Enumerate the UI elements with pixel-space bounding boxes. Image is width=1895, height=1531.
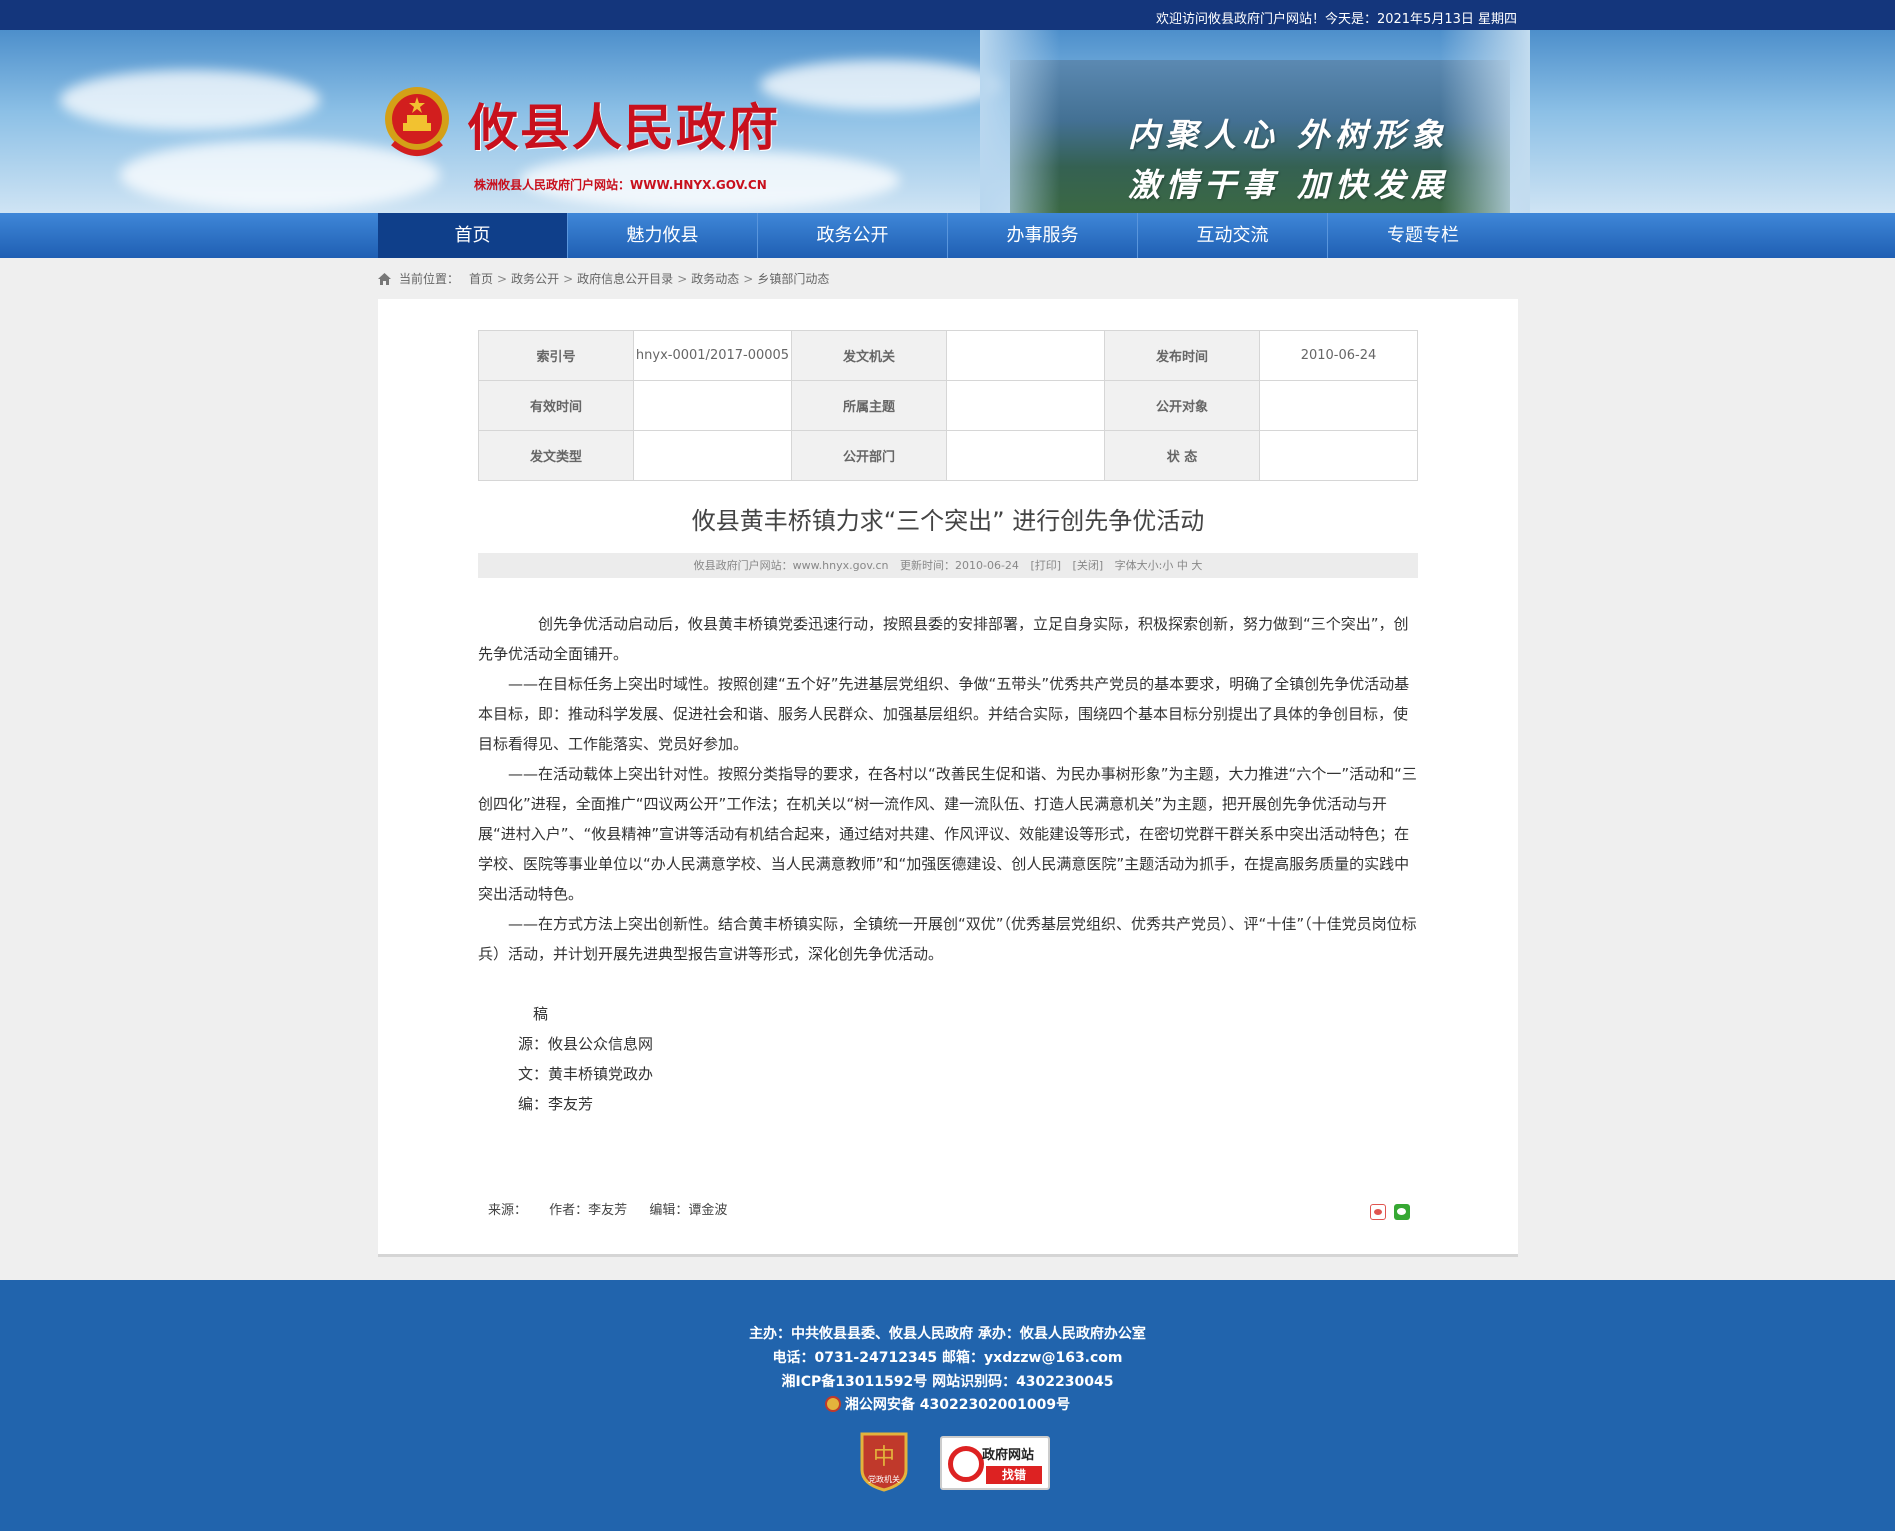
footer-contact: 电话：0731-24712345 邮箱：yxdzzw@163.com xyxy=(772,1350,1123,1366)
meta-status xyxy=(1259,430,1418,481)
magnifier-icon xyxy=(948,1446,984,1482)
article-paragraph: ——在方式方法上突出创新性。结合黄丰桥镇实际，全镇统一开展创“双优”（优秀基层党… xyxy=(478,915,1417,963)
police-badge-icon xyxy=(824,1396,841,1412)
article-byline: 来源： 作者：李友芳 编辑：谭金波 xyxy=(488,1199,745,1218)
meta-topic xyxy=(946,380,1105,431)
top-bar: 欢迎访问攸县政府门户网站！今天是：2021年5月13日 星期四 xyxy=(0,0,1895,30)
meta-label: 所属主题 xyxy=(791,380,947,431)
footer-icp[interactable]: 湘ICP备13011592号 网站识别码：4302230045 xyxy=(0,1371,1895,1391)
meta-label: 公开对象 xyxy=(1104,380,1260,431)
footer-sponsor: 主办：中共攸县县委、攸县人民政府 承办：攸县人民政府办公室 xyxy=(749,1326,1146,1342)
credit-writer: 黄丰桥镇党政办 xyxy=(548,1065,654,1083)
weibo-share-icon[interactable] xyxy=(1370,1204,1386,1220)
slogan-line-2: 激情干事 加快发展 xyxy=(1128,166,1450,204)
meta-audience xyxy=(1259,380,1418,431)
meta-valid-time xyxy=(633,380,792,431)
meta-dept xyxy=(946,430,1105,481)
byline-author: 作者：李友芳 xyxy=(549,1203,628,1218)
credit-label: 编： xyxy=(517,1095,548,1113)
breadcrumb-gov-affairs[interactable]: 政务公开 xyxy=(511,270,559,287)
gov-site-find-error-button[interactable]: 政府网站 找错 xyxy=(940,1436,1050,1490)
meta-doc-type xyxy=(633,430,792,481)
nav-item-interaction[interactable]: 互动交流 xyxy=(1138,213,1328,258)
banner: 攸县人民政府 株洲攸县人民政府门户网站：WWW.HNYX.GOV.CN 内聚人心… xyxy=(0,30,1895,213)
party-badge-label: 党政机关 xyxy=(868,1475,900,1484)
nav-item-home[interactable]: 首页 xyxy=(378,213,568,258)
breadcrumb-news[interactable]: 政务动态 xyxy=(691,270,739,287)
nav-item-topics[interactable]: 专题专栏 xyxy=(1328,213,1518,258)
metadata-table: 索引号 hnyx-0001/2017-00005 发文机关 发布时间 2010-… xyxy=(478,330,1418,481)
slogan-line-1: 内聚人心 外树形象 xyxy=(1128,116,1450,154)
credit-label: 文： xyxy=(517,1065,548,1083)
footer-police-record[interactable]: 湘公网安备 43022302001009号 xyxy=(0,1394,1895,1414)
svg-text:中: 中 xyxy=(873,1445,895,1470)
credit-source: 攸县公众信息网 xyxy=(548,1035,654,1053)
meta-label: 发布时间 xyxy=(1104,330,1260,381)
breadcrumb-town-news[interactable]: 乡镇部门动态 xyxy=(757,270,829,287)
info-update-time: 更新时间：2010-06-24 xyxy=(900,559,1019,572)
content-panel: 索引号 hnyx-0001/2017-00005 发文机关 发布时间 2010-… xyxy=(378,299,1518,1257)
info-site: 攸县政府门户网站：www.hnyx.gov.cn xyxy=(693,559,889,572)
byline-source: 来源： xyxy=(488,1203,528,1218)
article-info-bar: 攸县政府门户网站：www.hnyx.gov.cn 更新时间：2010-06-24… xyxy=(478,553,1418,578)
breadcrumb: 当前位置： 首页 > 政务公开 > 政府信息公开目录 > 政务动态 > 乡镇部门… xyxy=(378,270,829,287)
site-subtitle: 株洲攸县人民政府门户网站：WWW.HNYX.GOV.CN xyxy=(474,178,767,192)
credit-label: 稿源： xyxy=(517,1005,548,1053)
home-icon xyxy=(378,272,391,285)
share-buttons xyxy=(1370,1204,1410,1220)
close-link[interactable]: [关闭] xyxy=(1073,559,1104,572)
credit-editor: 李友芳 xyxy=(548,1095,594,1113)
main-nav: 首页 魅力攸县 政务公开 办事服务 互动交流 专题专栏 xyxy=(0,213,1895,258)
breadcrumb-catalog[interactable]: 政府信息公开目录 xyxy=(577,270,673,287)
font-size-control[interactable]: 字体大小:小 中 大 xyxy=(1115,559,1203,572)
meta-publish-time: 2010-06-24 xyxy=(1259,330,1418,381)
article-body: 创先争优活动启动后，攸县黄丰桥镇党委迅速行动，按照县委的安排部署，立足自身实际，… xyxy=(478,609,1418,969)
meta-label: 索引号 xyxy=(478,330,634,381)
article-credits: 稿源：攸县公众信息网 文：黄丰桥镇党政办 编：李友芳 xyxy=(508,999,653,1119)
meta-label: 发文机关 xyxy=(791,330,947,381)
national-emblem-icon xyxy=(385,87,449,156)
meta-label: 状 态 xyxy=(1104,430,1260,481)
print-link[interactable]: [打印] xyxy=(1030,559,1061,572)
footer: 主办：中共攸县县委、攸县人民政府 承办：攸县人民政府办公室 电话：0731-24… xyxy=(0,1280,1895,1531)
nav-item-services[interactable]: 办事服务 xyxy=(948,213,1138,258)
meta-index-no: hnyx-0001/2017-00005 xyxy=(633,330,792,381)
breadcrumb-label: 当前位置： xyxy=(399,272,460,286)
meta-label: 有效时间 xyxy=(478,380,634,431)
article-paragraph: ——在目标任务上突出时域性。按照创建“五个好”先进基层党组织、争做“五带头”优秀… xyxy=(478,675,1410,753)
footer-police-text: 湘公网安备 43022302001009号 xyxy=(844,1397,1071,1413)
nav-item-charm[interactable]: 魅力攸县 xyxy=(568,213,758,258)
article-paragraph: ——在活动载体上突出针对性。按照分类指导的要求，在各村以“改善民生促和谐、为民办… xyxy=(478,765,1417,903)
wechat-share-icon[interactable] xyxy=(1394,1204,1410,1220)
article-paragraph: 创先争优活动启动后，攸县黄丰桥镇党委迅速行动，按照县委的安排部署，立足自身实际，… xyxy=(478,615,1409,663)
breadcrumb-home[interactable]: 首页 xyxy=(469,270,493,287)
welcome-text: 欢迎访问攸县政府门户网站！今天是：2021年5月13日 星期四 xyxy=(1155,12,1517,27)
findbug-title: 政府网站 xyxy=(982,1448,1035,1463)
findbug-action: 找错 xyxy=(986,1466,1042,1484)
meta-issuer xyxy=(946,330,1105,381)
article-title: 攸县黄丰桥镇力求“三个突出” 进行创先争优活动 xyxy=(691,507,1205,535)
nav-item-gov-affairs[interactable]: 政务公开 xyxy=(758,213,948,258)
meta-label: 公开部门 xyxy=(791,430,947,481)
meta-label: 发文类型 xyxy=(478,430,634,481)
site-title: 攸县人民政府 xyxy=(468,98,780,157)
byline-editor: 编辑：谭金波 xyxy=(649,1203,728,1218)
